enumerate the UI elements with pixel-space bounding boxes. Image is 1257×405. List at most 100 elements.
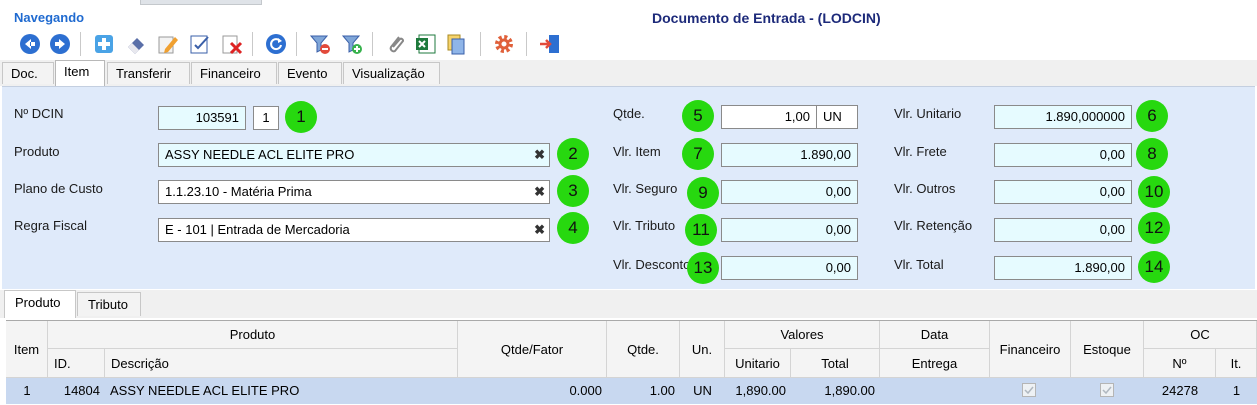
cell-entrega xyxy=(880,378,990,404)
clear-plano-icon[interactable]: ✖ xyxy=(534,181,545,203)
vlr-seguro-label: Vlr. Seguro xyxy=(613,181,678,196)
vlr-tributo-field[interactable]: 0,00 xyxy=(721,218,858,242)
tab-financeiro[interactable]: Financeiro xyxy=(191,62,277,84)
qtde-field[interactable]: 1,00 xyxy=(721,105,817,129)
col-oc-it-header[interactable]: It. xyxy=(1216,349,1257,378)
edit-pencil-icon[interactable] xyxy=(156,32,180,56)
marker-13: 13 xyxy=(687,252,719,284)
financeiro-checkbox[interactable] xyxy=(1022,383,1036,397)
regra-fiscal-label: Regra Fiscal xyxy=(14,218,87,233)
n-dcin-field[interactable]: 103591 xyxy=(158,106,246,130)
toolbar-separator xyxy=(252,32,253,56)
col-group-produto: Produto xyxy=(48,321,458,349)
marker-11: 11 xyxy=(685,214,717,246)
clear-produto-icon[interactable]: ✖ xyxy=(534,144,545,166)
vlr-total-label: Vlr. Total xyxy=(894,257,944,272)
marker-8: 8 xyxy=(1136,138,1168,170)
tab-visualizacao[interactable]: Visualização xyxy=(343,62,440,84)
vlr-unitario-field[interactable]: 1.890,000000 xyxy=(994,105,1132,129)
back-arrow-icon[interactable] xyxy=(18,32,42,56)
add-icon[interactable] xyxy=(92,32,116,56)
col-id-header[interactable]: ID. xyxy=(48,349,105,378)
col-total-header[interactable]: Total xyxy=(791,349,880,378)
vlr-retencao-label: Vlr. Retenção xyxy=(894,218,973,233)
col-financeiro-header[interactable]: Financeiro xyxy=(990,321,1071,378)
plano-custo-field[interactable]: 1.1.23.10 - Matéria Prima ✖ xyxy=(158,180,550,204)
tab-produto[interactable]: Produto xyxy=(4,290,76,318)
vlr-outros-field[interactable]: 0,00 xyxy=(994,180,1132,204)
header: Navegando Documento de Entrada - (LODCIN… xyxy=(0,4,1257,30)
edit-check-icon[interactable] xyxy=(188,32,212,56)
col-group-data: Data xyxy=(880,321,990,349)
tab-tributo[interactable]: Tributo xyxy=(77,292,141,316)
clear-regra-icon[interactable]: ✖ xyxy=(534,219,545,241)
tab-transferir[interactable]: Transferir xyxy=(107,62,190,84)
cell-qtde-fator: 0.000 xyxy=(569,383,602,398)
item-form-panel: Nº DCIN 103591 1 1 Produto ASSY NEEDLE A… xyxy=(2,86,1255,289)
marker-10: 10 xyxy=(1138,176,1170,208)
marker-1: 1 xyxy=(285,101,317,133)
eraser-icon[interactable] xyxy=(124,32,148,56)
col-un-header[interactable]: Un. xyxy=(680,321,725,378)
filter-add-icon[interactable] xyxy=(340,32,364,56)
vlr-seguro-field[interactable]: 0,00 xyxy=(721,180,858,204)
col-unitario-header[interactable]: Unitario xyxy=(725,349,791,378)
vlr-frete-label: Vlr. Frete xyxy=(894,144,947,159)
filter-remove-icon[interactable] xyxy=(308,32,332,56)
regra-fiscal-field[interactable]: E - 101 | Entrada de Mercadoria ✖ xyxy=(158,218,550,242)
settings-gear-icon[interactable] xyxy=(492,32,516,56)
col-qtde-fator-header[interactable]: Qtde/Fator xyxy=(458,321,607,378)
estoque-checkbox[interactable] xyxy=(1100,383,1114,397)
col-oc-n-header[interactable]: Nº xyxy=(1144,349,1216,378)
n-dcin-seq-field[interactable]: 1 xyxy=(253,106,279,130)
tab-item[interactable]: Item xyxy=(55,60,105,86)
vlr-frete-field[interactable]: 0,00 xyxy=(994,143,1132,167)
delete-icon[interactable] xyxy=(220,32,244,56)
col-descricao-header[interactable]: Descrição xyxy=(105,349,458,378)
toolbar-separator xyxy=(296,32,297,56)
vlr-tributo-label: Vlr. Tributo xyxy=(613,218,676,233)
cell-unitario: 1,890.00 xyxy=(735,383,786,398)
marker-7: 7 xyxy=(682,138,714,170)
forward-arrow-icon[interactable] xyxy=(48,32,72,56)
vlr-desconto-field[interactable]: 0,00 xyxy=(721,256,858,280)
cell-qtde: 1.00 xyxy=(649,383,675,398)
marker-3: 3 xyxy=(557,175,589,207)
plano-custo-label: Plano de Custo xyxy=(14,181,103,196)
cell-descricao: ASSY NEEDLE ACL ELITE PRO xyxy=(110,383,300,398)
copy-documents-icon[interactable] xyxy=(444,32,468,56)
col-entrega-header[interactable]: Entrega xyxy=(880,349,990,378)
vlr-outros-label: Vlr. Outros xyxy=(894,181,956,196)
vlr-unitario-label: Vlr. Unitario xyxy=(894,106,962,121)
marker-9: 9 xyxy=(687,177,719,209)
cell-oc-it: 1 xyxy=(1232,383,1241,398)
col-estoque-header[interactable]: Estoque xyxy=(1071,321,1144,378)
qtde-unit-field[interactable]: UN xyxy=(816,105,858,129)
vlr-retencao-field[interactable]: 0,00 xyxy=(994,218,1132,242)
nav-mode-label: Navegando xyxy=(14,10,85,25)
vlr-item-label: Vlr. Item xyxy=(613,144,661,159)
main-tabs: Doc. Item Transferir Financeiro Evento V… xyxy=(0,60,1257,86)
vlr-item-field[interactable]: 1.890,00 xyxy=(721,143,858,167)
col-group-valores: Valores xyxy=(725,321,880,349)
cell-id: 14804 xyxy=(63,383,100,398)
refresh-icon[interactable] xyxy=(264,32,288,56)
excel-icon[interactable] xyxy=(414,32,438,56)
col-item-header[interactable]: Item xyxy=(6,321,48,378)
col-qtde-header[interactable]: Qtde. xyxy=(607,321,680,378)
tab-evento[interactable]: Evento xyxy=(278,62,342,84)
cell-oc-n: 24278 xyxy=(1161,383,1199,398)
attach-icon[interactable] xyxy=(384,32,408,56)
marker-4: 4 xyxy=(557,212,589,244)
cell-un: UN xyxy=(693,383,712,398)
produto-field[interactable]: ASSY NEEDLE ACL ELITE PRO ✖ xyxy=(158,143,550,167)
marker-5: 5 xyxy=(682,100,714,132)
marker-6: 6 xyxy=(1136,100,1168,132)
produto-value: ASSY NEEDLE ACL ELITE PRO xyxy=(165,147,355,162)
tab-doc[interactable]: Doc. xyxy=(2,62,54,84)
toolbar-separator xyxy=(80,32,81,56)
cell-total: 1,890.00 xyxy=(824,383,875,398)
vlr-total-field[interactable]: 1.890,00 xyxy=(994,256,1132,280)
exit-door-icon[interactable] xyxy=(538,32,562,56)
table-row[interactable]: 1 14804 ASSY NEEDLE ACL ELITE PRO 0.000 … xyxy=(6,378,1257,404)
